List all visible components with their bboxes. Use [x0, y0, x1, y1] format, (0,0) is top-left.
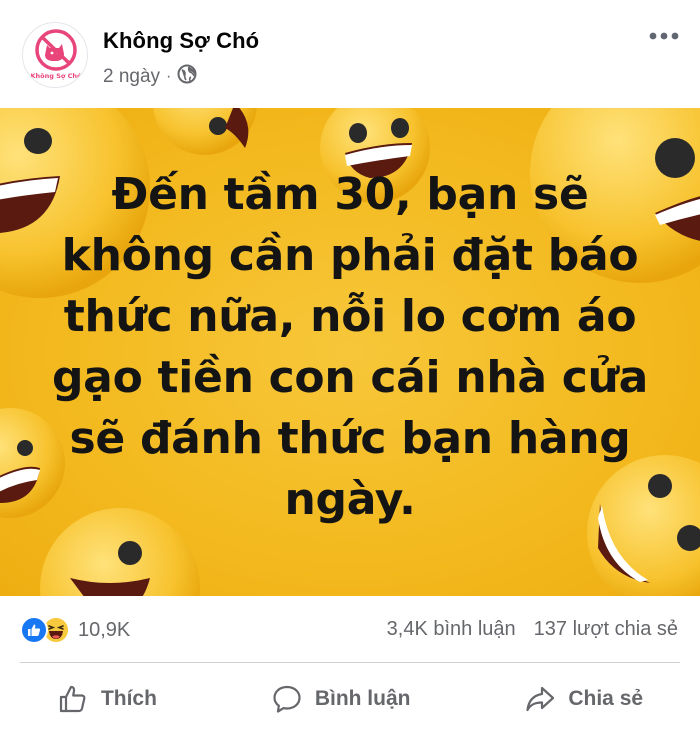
page-avatar[interactable]: Không Sợ Chó	[22, 22, 88, 88]
page-logo: Không Sợ Chó	[31, 29, 82, 80]
share-button[interactable]: Chia sẻ	[514, 677, 653, 721]
comments-count[interactable]: 3,4K bình luận	[387, 618, 516, 641]
like-label: Thích	[100, 687, 157, 710]
globe-icon[interactable]	[177, 64, 197, 90]
page-name[interactable]: Không Sợ Chó	[103, 28, 259, 54]
post-stats: 10,9K 3,4K bình luận 137 lượt chia sẻ	[0, 600, 700, 662]
comment-bubble-icon	[273, 685, 301, 713]
like-button[interactable]: Thích	[47, 677, 167, 721]
post-meta: 2 ngày ·	[103, 64, 197, 90]
reactions-count: 10,9K	[78, 618, 131, 641]
post-text: Đến tầm 30, bạn sẽ không cần phải đặt bá…	[51, 169, 649, 525]
post-time[interactable]: 2 ngày	[103, 66, 160, 88]
post-image[interactable]: Đến tầm 30, bạn sẽ không cần phải đặt bá…	[0, 108, 700, 596]
comment-button[interactable]: Bình luận	[261, 677, 421, 721]
reactions-summary[interactable]: 10,9K	[20, 616, 130, 644]
more-horizontal-icon	[649, 32, 679, 40]
share-label: Chia sẻ	[568, 687, 644, 710]
meta-separator: ·	[166, 68, 172, 85]
avatar-logo-text: Không Sợ Chó	[31, 72, 82, 80]
engagement-counts: 3,4K bình luận 137 lượt chia sẻ	[387, 618, 678, 641]
shares-count[interactable]: 137 lượt chia sẻ	[534, 618, 678, 641]
more-options-button[interactable]	[646, 22, 682, 50]
post-header: Không Sợ Chó Không Sợ Chó 2 ngày ·	[0, 0, 700, 108]
post-actions: Thích Bình luận Chia sẻ	[0, 668, 700, 730]
laughing-emoji-decoration	[153, 108, 257, 155]
actions-divider	[20, 662, 680, 663]
share-arrow-icon	[526, 686, 555, 712]
comment-label: Bình luận	[314, 687, 411, 710]
like-reaction-icon	[20, 616, 48, 644]
thumbs-up-icon	[59, 685, 86, 713]
